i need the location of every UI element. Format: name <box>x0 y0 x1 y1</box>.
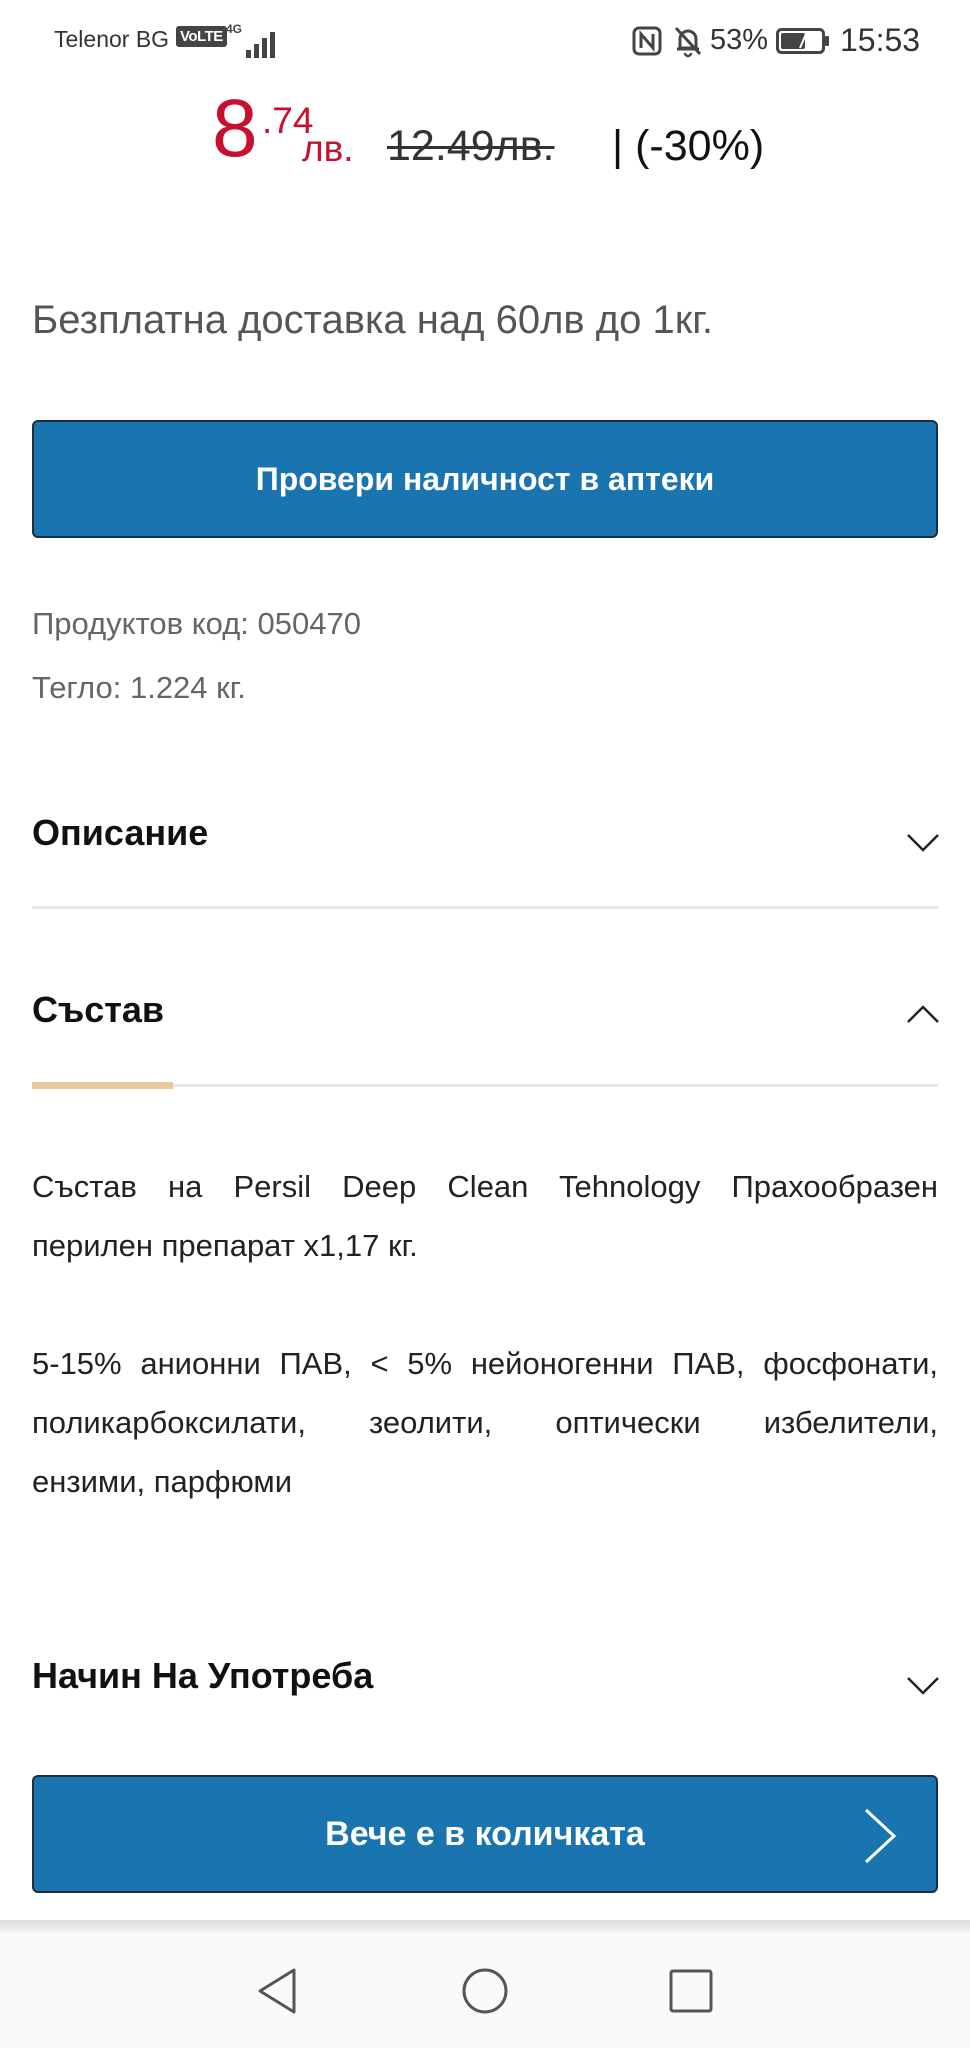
system-nav-bar <box>0 1934 970 2048</box>
volte-badge: VoLTE <box>176 26 227 47</box>
back-icon[interactable] <box>254 1966 304 2016</box>
content-line: поликарбоксилати, зеолити, оптически изб… <box>32 1405 938 1440</box>
status-bar: Telenor BG VoLTE 4G 53% 15:53 <box>0 0 970 84</box>
chevron-right-icon <box>864 1808 897 1864</box>
content-line: Състав на Persil Deep Clean Tehnology Пр… <box>32 1169 938 1204</box>
divider <box>32 906 938 909</box>
battery-icon <box>776 28 829 54</box>
in-cart-label: Вече е в количката <box>325 1814 645 1853</box>
muted-bell-icon <box>674 26 702 58</box>
price-currency: лв. <box>302 128 354 169</box>
nfc-icon <box>632 26 662 56</box>
chevron-up-icon[interactable] <box>906 1003 940 1025</box>
content-line: 5-15% анионни ПАВ, < 5% нейоногенни ПАВ,… <box>32 1346 938 1381</box>
signal-icon <box>232 26 278 58</box>
recents-icon[interactable] <box>666 1966 716 2016</box>
content-line: перилен препарат x1,17 кг. <box>32 1228 418 1263</box>
content-line: ензими, парфюми <box>32 1464 293 1499</box>
chevron-down-icon[interactable] <box>906 1675 940 1697</box>
product-weight: Тегло: 1.224 кг. <box>32 670 246 705</box>
composition-content: Състав на Persil Deep Clean Tehnology Пр… <box>32 1157 938 1511</box>
chevron-down-icon[interactable] <box>906 832 940 854</box>
nav-bar-shadow <box>0 1920 970 1934</box>
in-cart-button[interactable]: Вече е в количката <box>32 1775 938 1893</box>
accordion-description-title[interactable]: Описание <box>32 812 208 854</box>
price-integer: 8 <box>212 83 258 174</box>
product-code: Продуктов код: 050470 <box>32 606 361 641</box>
active-tab-indicator <box>32 1082 173 1089</box>
discount-badge: | (-30%) <box>612 122 765 170</box>
clock: 15:53 <box>840 22 921 58</box>
check-availability-button[interactable]: Провери наличност в аптеки <box>32 420 938 538</box>
accordion-composition-title[interactable]: Състав <box>32 989 164 1031</box>
battery-percent: 53% <box>710 24 769 56</box>
accordion-usage-title[interactable]: Начин На Употреба <box>32 1655 373 1697</box>
carrier-name: Telenor BG <box>54 26 170 52</box>
delivery-note: Безплатна доставка над 60лв до 1кг. <box>32 298 714 342</box>
home-icon[interactable] <box>460 1966 510 2016</box>
old-price: 12.49лв. <box>387 122 555 170</box>
